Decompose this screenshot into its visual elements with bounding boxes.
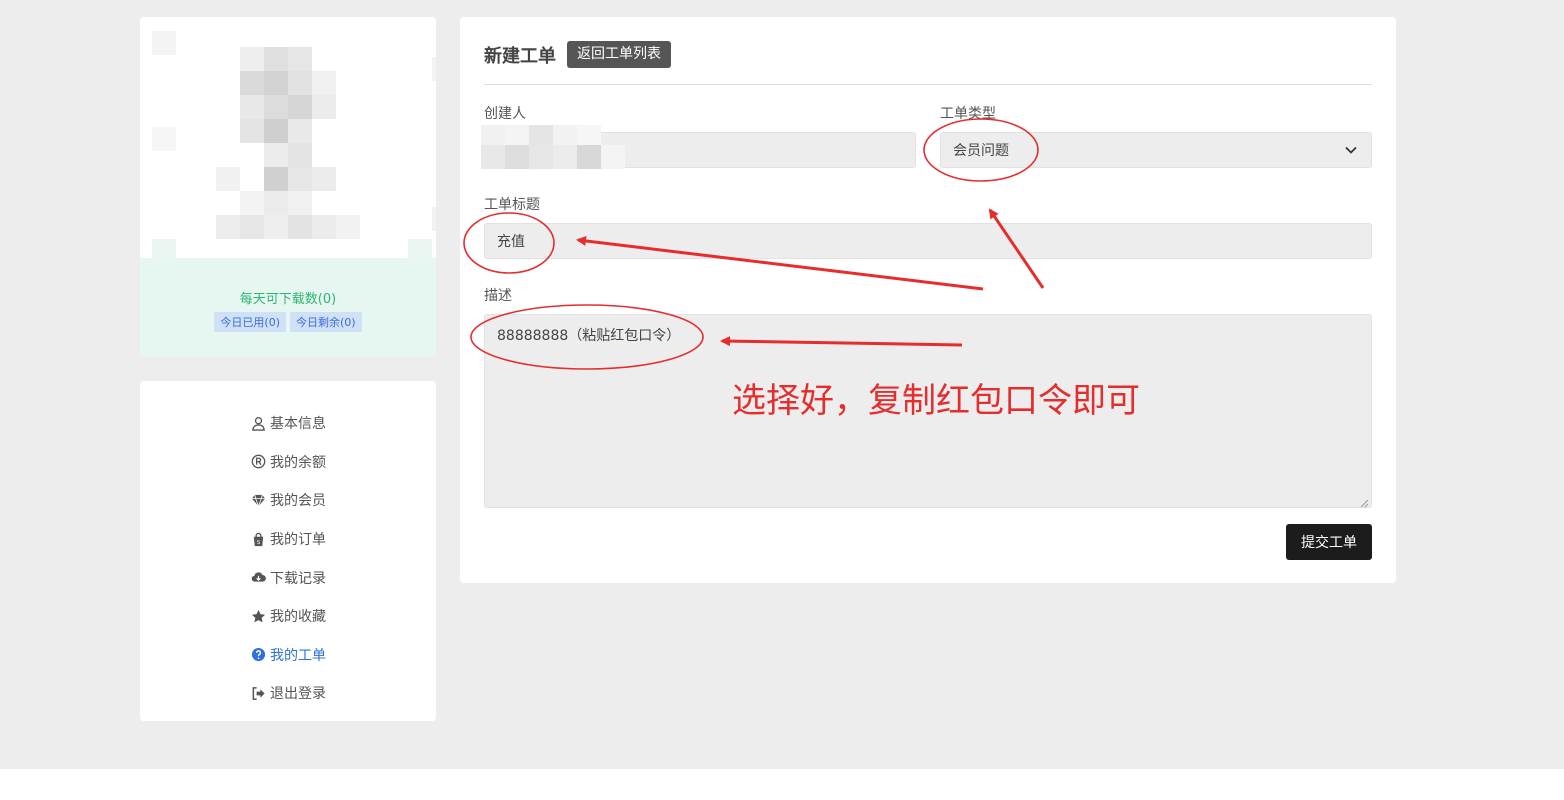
menu-item-basic-info[interactable]: 基本信息 (140, 404, 436, 443)
user-menu: 基本信息 我的余额 我的会员 S 我的订单 下载记录 我的收藏 我的工单 退出登… (140, 381, 436, 721)
title-divider (484, 84, 1372, 85)
menu-item-label: 基本信息 (270, 416, 326, 433)
page-title: 新建工单 (484, 46, 556, 67)
menu-item-label: 我的余额 (270, 454, 326, 471)
menu-item-label: 下载记录 (270, 570, 326, 587)
ticket-type-select[interactable]: 会员问题 (940, 132, 1372, 168)
cloud-download-icon (250, 570, 266, 586)
menu-item-label: 我的会员 (270, 493, 326, 510)
menu-item-logout[interactable]: 退出登录 (140, 674, 436, 713)
menu-item-label: 我的收藏 (270, 609, 326, 626)
ticket-type-label: 工单类型 (940, 106, 996, 122)
menu-item-membership[interactable]: 我的会员 (140, 481, 436, 520)
creator-label: 创建人 (484, 106, 526, 122)
menu-item-favorites[interactable]: 我的收藏 (140, 597, 436, 636)
blurred-creator-name (505, 145, 529, 169)
user-icon (250, 415, 266, 431)
description-label: 描述 (484, 288, 512, 304)
sign-out-icon (250, 685, 266, 701)
menu-item-orders[interactable]: S 我的订单 (140, 520, 436, 559)
resize-handle-icon[interactable] (1360, 496, 1369, 508)
blurred-creator-name (577, 145, 601, 169)
question-circle-icon (250, 647, 266, 663)
diamond-icon (250, 492, 266, 508)
menu-item-label: 退出登录 (270, 686, 326, 703)
blurred-creator-name (481, 145, 505, 169)
creator-field (481, 125, 916, 169)
menu-item-balance[interactable]: 我的余额 (140, 443, 436, 482)
star-icon (250, 608, 266, 624)
menu-list: 基本信息 我的余额 我的会员 S 我的订单 下载记录 我的收藏 我的工单 退出登… (140, 404, 436, 713)
quota-badges: 今日已用(0) 今日剩余(0) (140, 312, 436, 332)
menu-item-my-tickets[interactable]: 我的工单 (140, 636, 436, 675)
blurred-creator-name (529, 145, 553, 169)
daily-download-quota: 每天可下载数(0) (239, 292, 337, 307)
registered-icon (250, 454, 266, 470)
used-today-badge: 今日已用(0) (214, 312, 286, 332)
menu-item-label: 我的订单 (270, 532, 326, 549)
remaining-today-badge: 今日剩余(0) (290, 312, 362, 332)
ticket-type-value: 会员问题 (953, 143, 1009, 159)
profile-card: 每天可下载数(0) 今日已用(0) 今日剩余(0) (140, 17, 436, 357)
new-ticket-form: 新建工单 返回工单列表 创建人 工单类型 会员问题 工单标题 充值 描述 888… (460, 17, 1396, 583)
ticket-subject-value: 充值 (497, 234, 525, 250)
download-quota-panel: 每天可下载数(0) 今日已用(0) 今日剩余(0) (140, 258, 436, 357)
ticket-subject-input[interactable]: 充值 (484, 223, 1372, 259)
menu-item-label: 我的工单 (270, 647, 326, 664)
blurred-creator-name (553, 145, 577, 169)
ticket-subject-label: 工单标题 (484, 197, 540, 213)
shopping-bag-icon: S (250, 531, 266, 547)
menu-item-downloads[interactable]: 下载记录 (140, 558, 436, 597)
back-to-ticket-list-button[interactable]: 返回工单列表 (567, 41, 671, 68)
blurred-creator-name (601, 145, 625, 169)
svg-text:S: S (256, 540, 260, 546)
submit-ticket-button[interactable]: 提交工单 (1286, 524, 1372, 560)
avatar (140, 17, 436, 263)
annotation-instruction: 选择好，复制红包口令即可 (732, 381, 1140, 421)
description-value: 88888888（粘贴红包口令） (497, 328, 681, 344)
chevron-down-icon (1345, 142, 1357, 158)
